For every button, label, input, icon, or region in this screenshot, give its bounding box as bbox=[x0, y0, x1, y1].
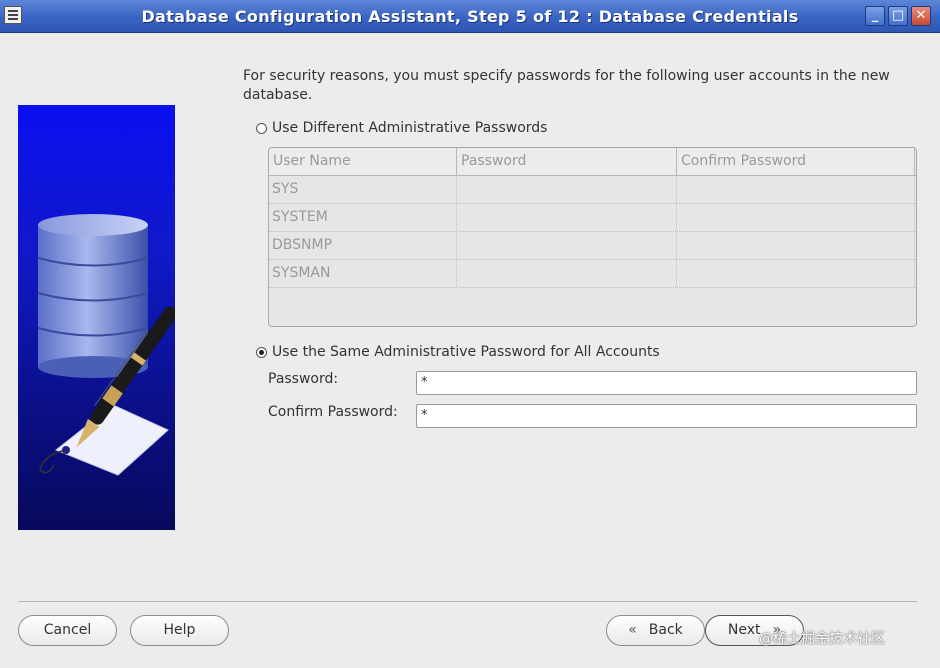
cell-confirm[interactable] bbox=[677, 204, 915, 231]
radio-different-passwords[interactable] bbox=[256, 122, 267, 134]
cell-confirm[interactable] bbox=[677, 260, 915, 287]
column-user-name: User Name bbox=[269, 148, 457, 175]
table-row[interactable]: DBSNMP bbox=[269, 232, 916, 260]
column-confirm-password: Confirm Password bbox=[677, 148, 915, 175]
cell-password[interactable] bbox=[457, 176, 677, 203]
wizard-illustration bbox=[18, 105, 178, 530]
help-label: Help bbox=[163, 622, 196, 638]
column-password: Password bbox=[457, 148, 677, 175]
close-button[interactable]: ✕ bbox=[911, 6, 931, 26]
confirm-password-label: Confirm Password: bbox=[268, 404, 398, 420]
password-input[interactable]: * bbox=[416, 371, 917, 395]
option-same-label: Use the Same Administrative Password for… bbox=[272, 344, 660, 360]
table-row[interactable]: SYSTEM bbox=[269, 204, 916, 232]
cancel-button[interactable]: Cancel bbox=[18, 615, 117, 646]
cell-confirm[interactable] bbox=[677, 176, 915, 203]
watermark: @稀土掘金技术社区 bbox=[759, 631, 885, 647]
cancel-label: Cancel bbox=[43, 622, 92, 638]
password-label: Password: bbox=[268, 371, 339, 387]
cell-confirm[interactable] bbox=[677, 232, 915, 259]
cell-password[interactable] bbox=[457, 232, 677, 259]
confirm-password-input[interactable]: * bbox=[416, 404, 917, 428]
option-different-label: Use Different Administrative Passwords bbox=[272, 120, 548, 136]
table-header: User Name Password Confirm Password bbox=[269, 148, 916, 176]
cell-user: SYSMAN bbox=[269, 260, 457, 287]
title-bar[interactable]: Database Configuration Assistant, Step 5… bbox=[0, 0, 940, 33]
next-label: Next bbox=[727, 622, 761, 638]
window-title: Database Configuration Assistant, Step 5… bbox=[141, 7, 799, 26]
table-row[interactable]: SYSMAN bbox=[269, 260, 916, 288]
cell-password[interactable] bbox=[457, 260, 677, 287]
table-row[interactable]: SYS bbox=[269, 176, 916, 204]
database-pen-icon bbox=[37, 214, 178, 476]
cell-user: SYS bbox=[269, 176, 457, 203]
intro-text: For security reasons, you must specify p… bbox=[243, 68, 890, 103]
cell-user: DBSNMP bbox=[269, 232, 457, 259]
back-label: Back bbox=[648, 622, 683, 638]
option-same-password[interactable]: Use the Same Administrative Password for… bbox=[256, 343, 660, 361]
cell-password[interactable] bbox=[457, 204, 677, 231]
cell-user: SYSTEM bbox=[269, 204, 457, 231]
option-different-passwords[interactable]: Use Different Administrative Passwords bbox=[256, 119, 547, 137]
back-button[interactable]: « Back bbox=[606, 615, 705, 646]
maximize-button[interactable]: □ bbox=[888, 6, 908, 26]
help-button[interactable]: Help bbox=[130, 615, 229, 646]
footer-separator bbox=[18, 601, 917, 602]
radio-same-password[interactable] bbox=[256, 346, 267, 358]
chevron-left-icon: « bbox=[628, 622, 637, 638]
minimize-button[interactable]: _ bbox=[865, 6, 885, 26]
accounts-table[interactable]: User Name Password Confirm Password SYS … bbox=[268, 147, 917, 327]
